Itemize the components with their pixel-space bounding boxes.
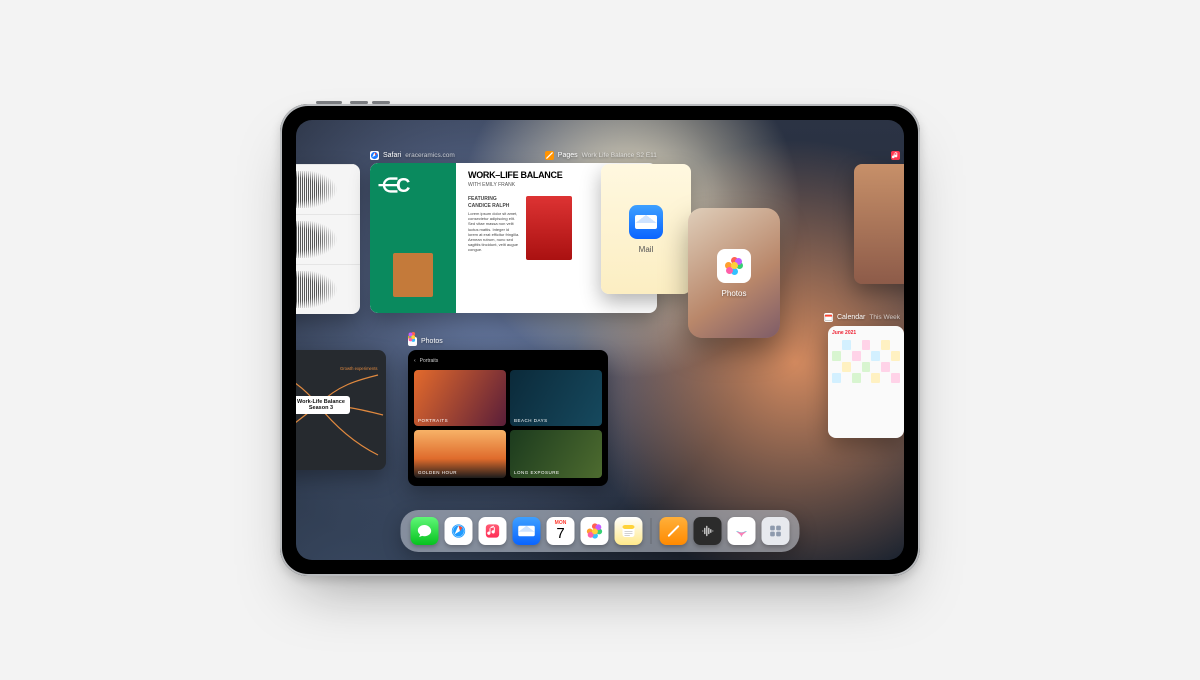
photos-icon [408, 337, 417, 346]
switcher-card-audio-editor[interactable] [296, 164, 360, 314]
photos-toolbar: ‹ Portraits [414, 356, 602, 366]
music-icon [891, 151, 900, 160]
dock-app-voice-memos[interactable] [694, 517, 722, 545]
mail-icon [518, 526, 535, 537]
safari-icon [370, 151, 379, 160]
calendar-subtitle: This Week [869, 314, 900, 321]
chevron-left-icon[interactable]: ‹ [414, 358, 416, 364]
safari-icon [451, 523, 467, 539]
mindnode-icon [734, 523, 750, 539]
pages-subtitle: Work Life Balance S2 E11 [582, 152, 657, 159]
calendar-header: Calendar This Week [824, 312, 900, 322]
photos-app-label: Photos [421, 338, 443, 345]
photos-window-header: Photos [408, 336, 443, 346]
waveform-icon [296, 171, 356, 208]
document-body-column: FEATURING CANDICE RALPH Lorem ipsum dolo… [468, 196, 520, 260]
power-button[interactable] [316, 101, 342, 104]
volume-down-button[interactable] [372, 101, 390, 104]
notes-icon [621, 523, 637, 539]
photos-icon [717, 249, 751, 283]
dock-app-library[interactable] [762, 517, 790, 545]
mindmap-center-node: Work-Life Balance Season 3 [296, 396, 350, 414]
calendar-app-label: Calendar [837, 314, 865, 321]
pages-header: Pages Work Life Balance S2 E11 [545, 150, 657, 160]
dock-app-calendar[interactable]: MON 7 [547, 517, 575, 545]
dock-app-mindnode[interactable] [728, 517, 756, 545]
photo-thumbnail[interactable] [510, 370, 602, 426]
photos-card-label: Photos [722, 289, 747, 298]
waveform-icon [296, 271, 356, 308]
voice-memos-icon [700, 523, 716, 539]
music-header: Music [891, 150, 904, 160]
messages-icon [417, 523, 433, 539]
calendar-month-label: June 2021 [832, 330, 900, 336]
mail-icon [629, 205, 663, 239]
dock-app-messages[interactable] [411, 517, 439, 545]
dock-app-mail[interactable] [513, 517, 541, 545]
dock-app-pages[interactable] [660, 517, 688, 545]
pages-app-label: Pages [558, 152, 578, 159]
safari-subtitle: eraceramics.com [405, 152, 454, 159]
app-switcher: Safari eraceramics.com Pages Work Life B… [296, 150, 904, 340]
ipad-screen: Safari eraceramics.com Pages Work Life B… [296, 120, 904, 560]
dock: MON 7 [401, 510, 800, 552]
app-library-icon [768, 523, 784, 539]
dock-app-notes[interactable] [615, 517, 643, 545]
splitview-left-pane: ⋲C [370, 163, 456, 313]
document-title: WORK–LIFE BALANCE [468, 171, 572, 180]
photo-thumbnail[interactable] [414, 430, 506, 478]
calendar-day: 7 [556, 526, 564, 541]
safari-app-label: Safari [383, 152, 401, 159]
product-image-placeholder [393, 253, 433, 297]
photos-icon [587, 523, 602, 538]
document-kicker: FEATURING CANDICE RALPH [468, 196, 520, 209]
document-subtitle: WITH EMILY FRANK [468, 182, 572, 188]
dock-app-music[interactable] [479, 517, 507, 545]
photos-tab-label: Portraits [420, 358, 439, 364]
photo-thumbnail[interactable] [510, 430, 602, 478]
dock-app-safari[interactable] [445, 517, 473, 545]
switcher-card-music[interactable] [854, 164, 904, 284]
site-logo: ⋲C [378, 173, 448, 198]
switcher-card-calendar[interactable]: June 2021 [828, 326, 904, 438]
mindmap-node-label: Growth experiments [340, 366, 377, 371]
splitview-right-pane: WORK–LIFE BALANCE WITH EMILY FRANK FEATU… [460, 163, 580, 313]
photo-thumbnail[interactable] [414, 370, 506, 426]
photos-grid [414, 370, 602, 478]
dock-separator [651, 518, 652, 544]
switcher-card-mindmap[interactable]: Growth experiments Production calendar W… [296, 350, 386, 470]
ipad-device-frame: Safari eraceramics.com Pages Work Life B… [280, 104, 920, 576]
volume-up-button[interactable] [350, 101, 368, 104]
waveform-icon [296, 221, 356, 258]
switcher-card-mail[interactable]: Mail [601, 164, 691, 294]
mindmap-title-line2: Season 3 [309, 405, 333, 411]
switcher-card-photos-window[interactable]: ‹ Portraits [408, 350, 608, 486]
safari-header: Safari eraceramics.com [370, 150, 455, 160]
document-photo-placeholder [526, 196, 572, 260]
music-icon [485, 523, 501, 539]
calendar-mini-grid [832, 340, 900, 383]
mail-card-label: Mail [639, 245, 654, 254]
calendar-icon [824, 313, 833, 322]
pages-icon [545, 151, 554, 160]
pages-icon [666, 523, 682, 539]
dock-app-photos[interactable] [581, 517, 609, 545]
slideover-photos[interactable]: Photos [688, 208, 780, 338]
